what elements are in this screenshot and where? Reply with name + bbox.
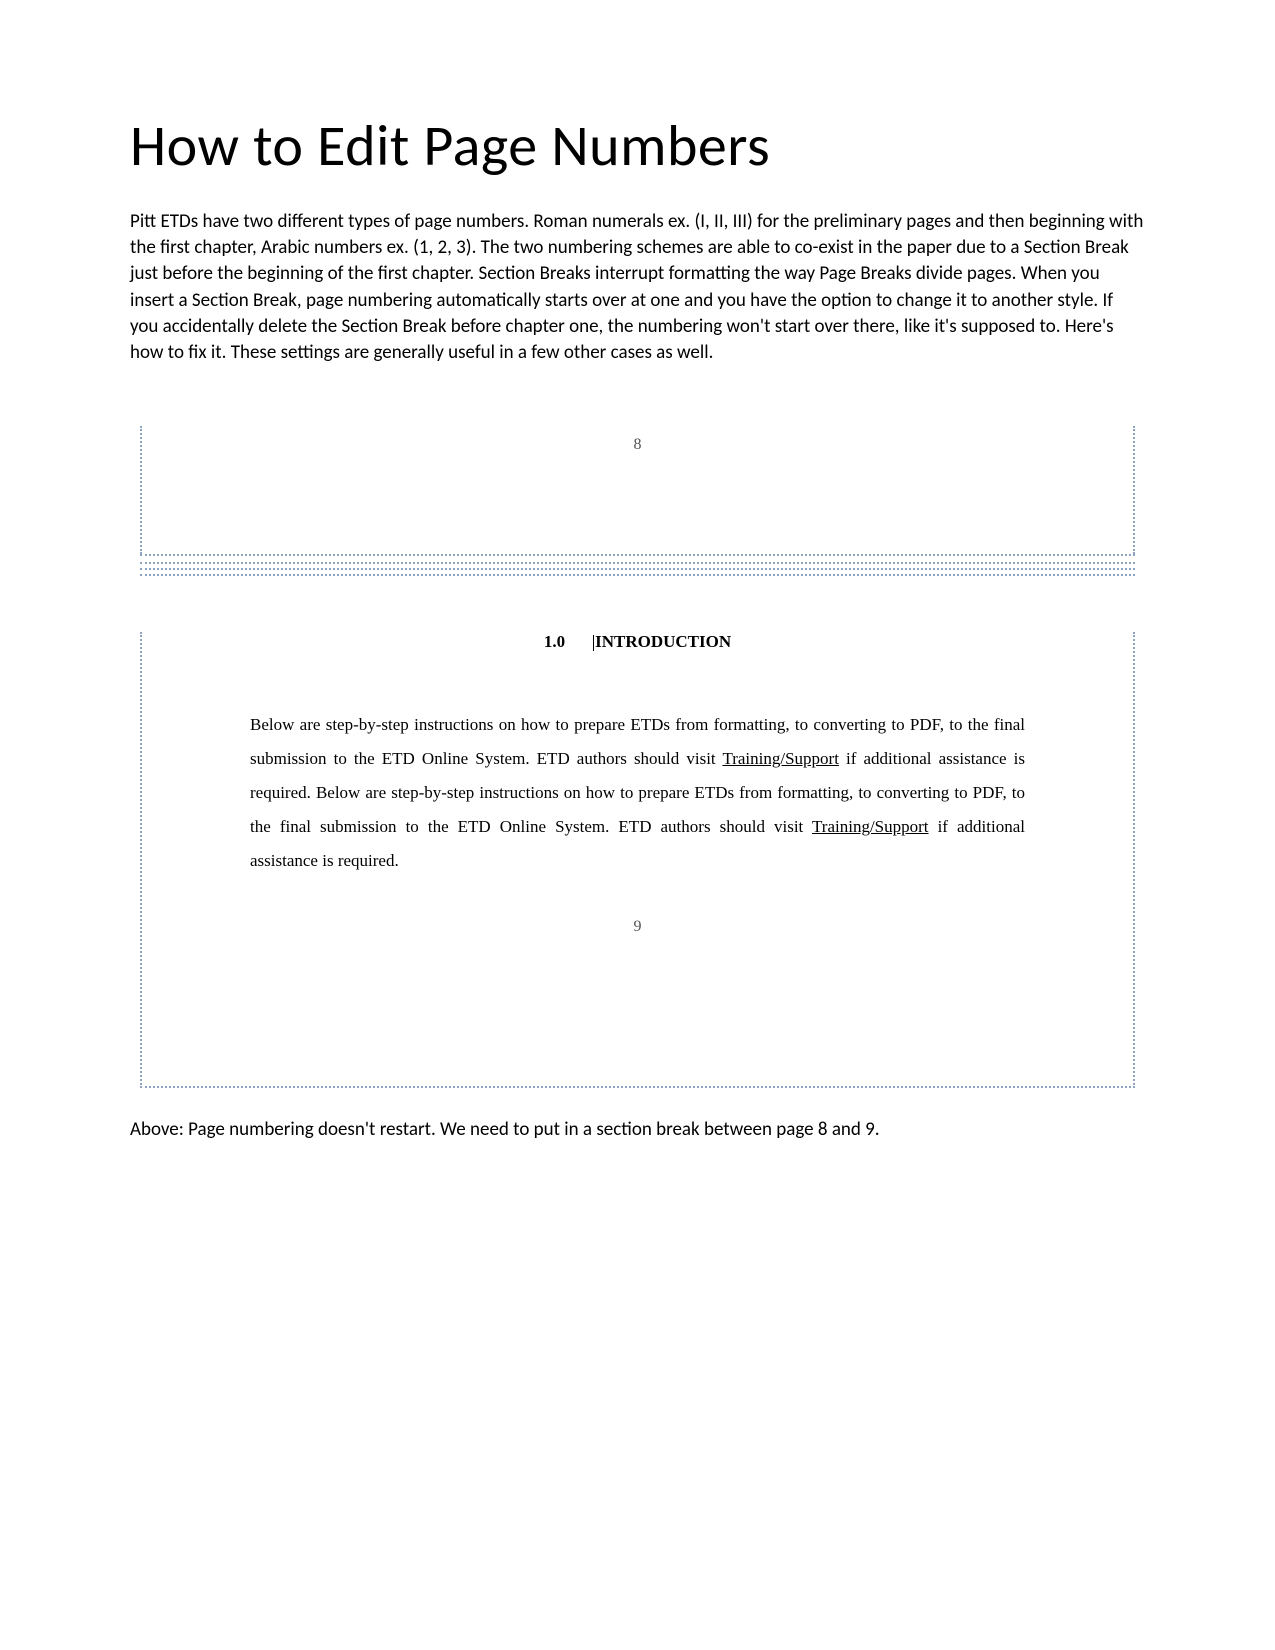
- link-training-support-2: Training/Support: [812, 817, 929, 836]
- page-preview-top: 8: [140, 426, 1135, 554]
- link-training-support: Training/Support: [722, 749, 839, 768]
- page-title: How to Edit Page Numbers: [130, 110, 1145, 181]
- text-cursor-icon: [593, 635, 594, 651]
- chapter-heading: 1.0 INTRODUCTION: [142, 632, 1133, 652]
- page-gap: [140, 554, 1135, 576]
- chapter-title: INTRODUCTION: [595, 632, 731, 651]
- page-preview-bottom: 1.0 INTRODUCTION Below are step-by-step i…: [140, 632, 1135, 1088]
- page-number-bottom: 9: [142, 878, 1133, 946]
- page-number-top: 8: [142, 426, 1133, 454]
- figure-screenshot: 8 1.0 INTRODUCTION Below are step-by-step…: [140, 426, 1135, 1088]
- chapter-number: 1.0: [544, 632, 565, 651]
- body-paragraph: Below are step-by-step instructions on h…: [142, 708, 1133, 878]
- intro-paragraph: Pitt ETDs have two different types of pa…: [130, 209, 1145, 366]
- figure-caption: Above: Page numbering doesn't restart. W…: [130, 1118, 1145, 1141]
